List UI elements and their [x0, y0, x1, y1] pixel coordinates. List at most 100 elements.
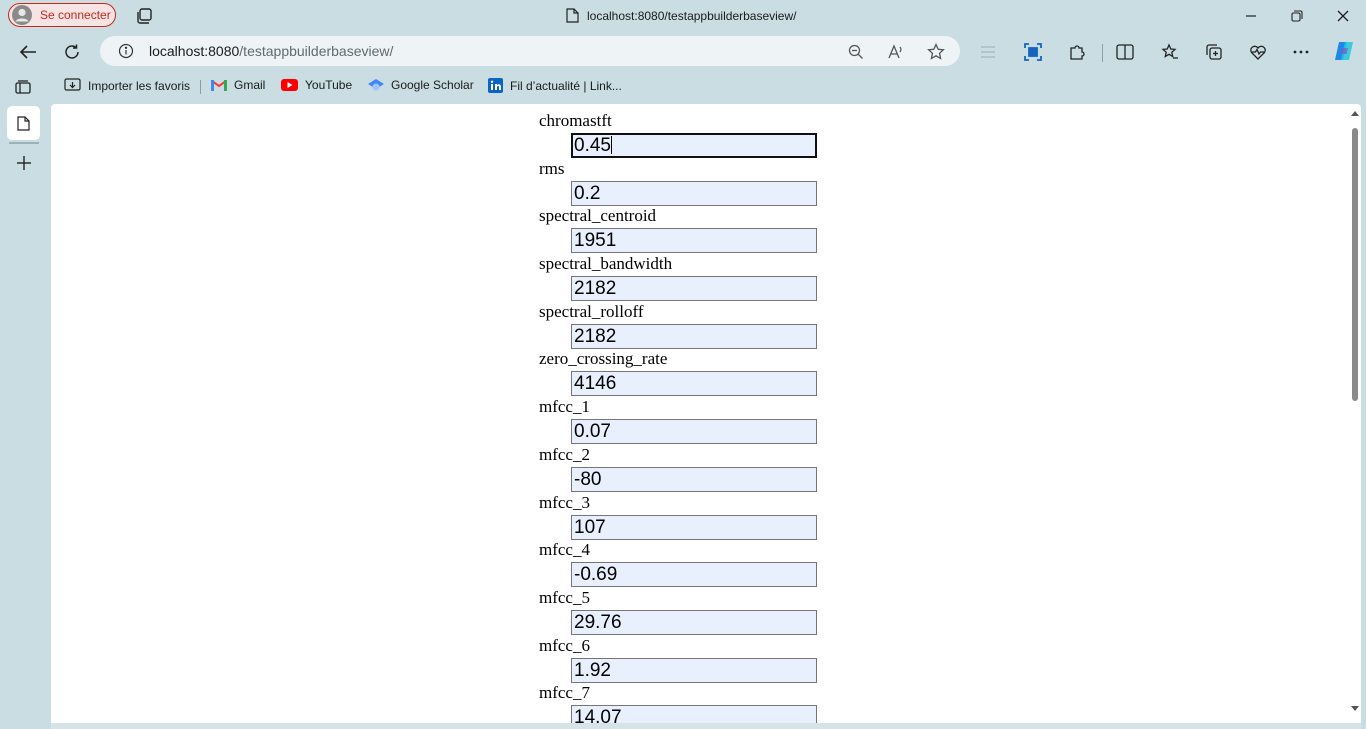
form-field: mfcc_1 0.07: [539, 397, 819, 445]
active-tab[interactable]: [7, 106, 40, 140]
field-input[interactable]: 107: [571, 514, 817, 540]
sidebar-divider: [9, 142, 39, 144]
reading-view-button[interactable]: [978, 42, 998, 62]
read-aloud-icon[interactable]: [887, 43, 905, 61]
heart-pulse-icon: [1250, 45, 1266, 60]
favorite-star-icon[interactable]: [927, 43, 945, 61]
field-label: mfcc_5: [539, 587, 590, 607]
title-bar: Se connecter localhost:8080/testappbuild…: [0, 0, 1366, 33]
field-value: 0.45: [574, 135, 611, 156]
scrollbar-thumb[interactable]: [1352, 128, 1358, 401]
close-button[interactable]: [1333, 6, 1353, 26]
field-input[interactable]: 0.45: [571, 133, 817, 158]
more-options-button[interactable]: [1291, 42, 1311, 62]
field-label: spectral_centroid: [539, 206, 657, 226]
gmail-icon: [211, 79, 227, 91]
form-field: spectral_bandwidth 2182: [539, 254, 819, 302]
field-input[interactable]: 0.2: [571, 180, 817, 206]
new-tab-button[interactable]: [14, 153, 34, 173]
field-value: 1951: [574, 230, 617, 252]
zoom-out-icon[interactable]: [847, 43, 865, 61]
field-label: chromastft: [539, 111, 612, 130]
screenshot-button[interactable]: [1023, 42, 1043, 62]
favorites-separator: [200, 80, 201, 94]
field-value: 2182: [574, 325, 617, 347]
form-field: chromastft 0.45: [539, 111, 819, 159]
field-input[interactable]: 2182: [571, 323, 817, 349]
puzzle-icon: [1070, 45, 1085, 60]
field-input[interactable]: 1.92: [571, 657, 817, 683]
tab-actions-icon[interactable]: [15, 80, 31, 94]
address-row: localhost:8080/testappbuilderbaseview/: [0, 33, 1366, 71]
form-field: mfcc_6 1.92: [539, 636, 819, 684]
minimize-button[interactable]: [1241, 6, 1261, 26]
favorite-label: Gmail: [234, 78, 266, 92]
field-value: 1.92: [574, 659, 611, 681]
minimize-icon: [1246, 15, 1256, 17]
favorite-label: Importer les favoris: [88, 78, 191, 93]
split-screen-button[interactable]: [1115, 42, 1135, 62]
favorite-linkedin[interactable]: Fil d’actualité | Link...: [488, 78, 622, 93]
back-button[interactable]: [17, 41, 39, 63]
field-input[interactable]: 0.07: [571, 419, 817, 445]
field-value: -80: [574, 468, 602, 490]
field-input[interactable]: 29.76: [571, 609, 817, 635]
favorites-button[interactable]: [1160, 42, 1180, 62]
field-label: zero_crossing_rate: [539, 349, 668, 369]
field-value: 29.76: [574, 611, 622, 633]
avatar-icon: [12, 5, 32, 25]
field-label: spectral_bandwidth: [539, 254, 673, 274]
collections-button[interactable]: [1204, 42, 1224, 62]
linkedin-icon: [488, 78, 503, 93]
favorite-gmail[interactable]: Gmail: [211, 78, 265, 92]
extensions-button[interactable]: [1067, 42, 1087, 62]
site-info-icon[interactable]: [118, 43, 134, 59]
import-favorites-icon: [64, 78, 81, 93]
refresh-icon: [65, 44, 79, 59]
collections-icon: [1206, 44, 1222, 60]
favorite-youtube[interactable]: YouTube: [281, 78, 352, 92]
field-label: spectral_rolloff: [539, 301, 644, 321]
field-value: 107: [574, 516, 606, 538]
field-value: 0.2: [574, 182, 601, 204]
url-text[interactable]: localhost:8080/testappbuilderbaseview/: [149, 43, 393, 59]
page-scrollbar[interactable]: [1349, 108, 1361, 720]
field-input[interactable]: 2182: [571, 276, 817, 302]
restore-button[interactable]: [1287, 6, 1307, 26]
workspaces-icon[interactable]: [136, 7, 154, 25]
field-label: mfcc_6: [539, 635, 590, 655]
field-input[interactable]: 1951: [571, 228, 817, 254]
tab-title-text: localhost:8080/testappbuilderbaseview/: [587, 8, 797, 23]
favorite-import[interactable]: Importer les favoris: [64, 78, 190, 93]
reading-view-icon: [981, 46, 995, 58]
field-input[interactable]: 14.07: [571, 705, 817, 723]
favorites-list-icon: [1161, 43, 1178, 59]
field-value: 14.07: [574, 707, 622, 723]
field-value: -0.69: [574, 564, 618, 586]
restore-icon: [1291, 10, 1303, 22]
profile-button[interactable]: Se connecter: [8, 3, 116, 27]
form-field: mfcc_4 -0.69: [539, 540, 819, 588]
split-screen-icon: [1116, 44, 1134, 60]
field-label: mfcc_3: [539, 492, 590, 512]
youtube-icon: [281, 79, 298, 91]
refresh-button[interactable]: [61, 41, 83, 63]
browser-essentials-button[interactable]: [1248, 42, 1268, 62]
scroll-up-arrow-icon[interactable]: [1351, 110, 1359, 116]
url-path: /testappbuilderbaseview/: [239, 43, 394, 59]
field-input[interactable]: 4146: [571, 371, 817, 397]
favorite-google-scholar[interactable]: Google Scholar: [368, 78, 474, 92]
page-icon: [566, 8, 579, 23]
feature-form: chromastft 0.45 rms 0.2 spectral_centroi…: [539, 111, 819, 723]
favorite-label: Google Scholar: [391, 78, 474, 92]
copilot-button[interactable]: [1332, 39, 1356, 63]
field-input[interactable]: -0.69: [571, 562, 817, 588]
address-bar[interactable]: localhost:8080/testappbuilderbaseview/: [100, 36, 960, 66]
scroll-down-arrow-icon[interactable]: [1351, 706, 1359, 712]
url-host: localhost:8080: [149, 43, 240, 59]
field-input[interactable]: -80: [571, 466, 817, 492]
profile-label: Se connecter: [40, 8, 111, 22]
close-icon: [1337, 10, 1349, 22]
favorites-bar: Importer les favoris Gmail YouTube Googl…: [0, 71, 1366, 101]
field-value: 4146: [574, 373, 617, 395]
